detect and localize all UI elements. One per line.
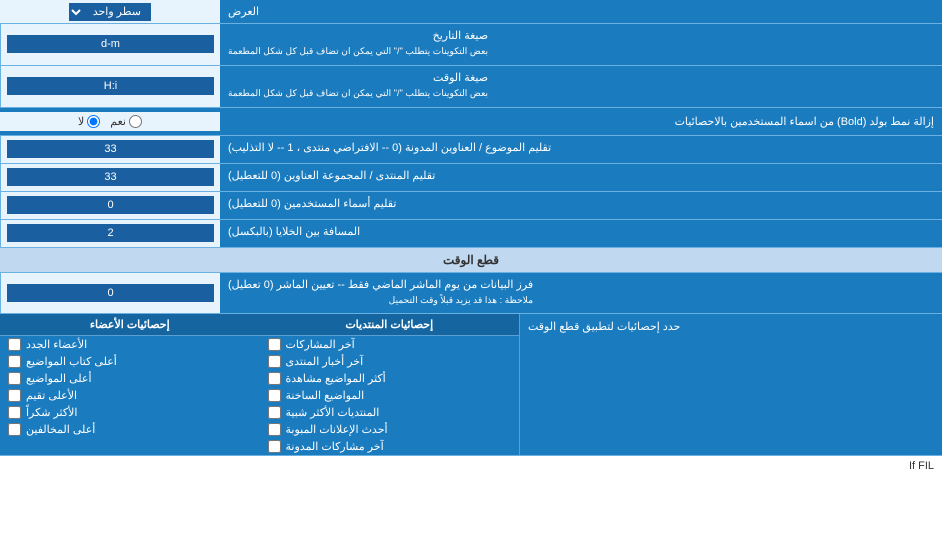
date-format-input-cell (0, 24, 220, 65)
stat-item-ads: أحدث الإعلانات المبوبة (260, 421, 520, 438)
display-label: العرض (220, 0, 942, 23)
time-format-row: صيغة الوقتبعض التكوينات يتطلب "/" التي ي… (0, 66, 942, 108)
stat-item-top-referrers: أعلى المواضيع (0, 370, 260, 387)
display-row: العرض سطر واحد سطرين ثلاثة أسطر (0, 0, 942, 24)
stats-col-forums: إحصائيات المنتديات آخر المشاركات آخر أخب… (260, 314, 521, 455)
stat-item-hot: المواضيع الساخنة (260, 387, 520, 404)
stats-columns: إحصائيات المنتديات آخر المشاركات آخر أخب… (0, 314, 520, 455)
bold-no-radio[interactable] (87, 115, 100, 128)
time-cut-header: قطع الوقت (0, 248, 942, 273)
stat-hot-checkbox[interactable] (268, 389, 281, 402)
stat-item-blog-posts: آخر مشاركات المدونة (260, 438, 520, 455)
username-order-row: تقليم أسماء المستخدمين (0 للتعطيل) (0, 192, 942, 220)
subject-order-input-cell (0, 136, 220, 163)
time-cut-input-cell (0, 273, 220, 314)
stat-most-thanks-checkbox[interactable] (8, 406, 21, 419)
stat-item-viewed: أكثر المواضيع مشاهدة (260, 370, 520, 387)
cell-spacing-label: المسافة بين الخلايا (بالبكسل) (220, 220, 942, 247)
stat-shares-checkbox[interactable] (268, 338, 281, 351)
stat-item-top-rated: الأعلى تقيم (0, 387, 260, 404)
stat-item-new-members: الأعضاء الجدد (0, 336, 260, 353)
stats-col-members: إحصائيات الأعضاء الأعضاء الجدد أعلى كتاب… (0, 314, 260, 455)
bold-yes-label[interactable]: نعم (110, 115, 142, 128)
subject-order-row: تقليم الموضوع / العناوين المدونة (0 -- ا… (0, 136, 942, 164)
cell-spacing-row: المسافة بين الخلايا (بالبكسل) (0, 220, 942, 248)
display-input-cell: سطر واحد سطرين ثلاثة أسطر (0, 0, 220, 23)
bold-yes-radio[interactable] (129, 115, 142, 128)
subject-order-input[interactable] (7, 140, 214, 158)
username-order-input-cell (0, 192, 220, 219)
forum-order-input[interactable] (7, 168, 214, 186)
date-format-input[interactable] (7, 35, 214, 53)
bold-no-label[interactable]: لا (78, 115, 100, 128)
time-cut-row: فرز البيانات من يوم الماشر الماضي فقط --… (0, 273, 942, 315)
bold-remove-label: إزالة نمط بولد (Bold) من اسماء المستخدمي… (220, 110, 942, 133)
stats-forums-header: إحصائيات المنتديات (260, 314, 520, 336)
stat-item-similar: المنتديات الأكثر شبية (260, 404, 520, 421)
date-format-label: صيغة التاريخبعض التكوينات يتطلب "/" التي… (220, 24, 942, 65)
stat-item-most-thanks: الأكثر شكراً (0, 404, 260, 421)
stats-apply-label: حدد إحصائيات لتطبيق قطع الوقت (520, 314, 942, 455)
time-format-input-cell (0, 66, 220, 107)
cell-spacing-input[interactable] (7, 224, 214, 242)
footer-text: If FIL (0, 456, 942, 476)
stat-similar-checkbox[interactable] (268, 406, 281, 419)
date-format-row: صيغة التاريخبعض التكوينات يتطلب "/" التي… (0, 24, 942, 66)
forum-order-row: تقليم المنتدى / المجموعة العناوين (0 للت… (0, 164, 942, 192)
forum-order-input-cell (0, 164, 220, 191)
stat-blog-checkbox[interactable] (268, 440, 281, 453)
stat-item-top-writers: أعلى كتاب المواضيع (0, 353, 260, 370)
stat-news-checkbox[interactable] (268, 355, 281, 368)
time-format-input[interactable] (7, 77, 214, 95)
stat-top-rated-checkbox[interactable] (8, 389, 21, 402)
stat-top-violations-checkbox[interactable] (8, 423, 21, 436)
time-cut-input[interactable] (7, 284, 214, 302)
stat-viewed-checkbox[interactable] (268, 372, 281, 385)
forum-order-label: تقليم المنتدى / المجموعة العناوين (0 للت… (220, 164, 942, 191)
stat-top-referrers-checkbox[interactable] (8, 372, 21, 385)
stats-section: حدد إحصائيات لتطبيق قطع الوقت إحصائيات ا… (0, 314, 942, 456)
time-format-label: صيغة الوقتبعض التكوينات يتطلب "/" التي ي… (220, 66, 942, 107)
time-cut-label: فرز البيانات من يوم الماشر الماضي فقط --… (220, 273, 942, 314)
bold-remove-row: إزالة نمط بولد (Bold) من اسماء المستخدمي… (0, 108, 942, 136)
stat-ads-checkbox[interactable] (268, 423, 281, 436)
bold-remove-radio-cell: نعم لا (0, 112, 220, 131)
stat-top-writers-checkbox[interactable] (8, 355, 21, 368)
cell-spacing-input-cell (0, 220, 220, 247)
stat-new-members-checkbox[interactable] (8, 338, 21, 351)
subject-order-label: تقليم الموضوع / العناوين المدونة (0 -- ا… (220, 136, 942, 163)
username-order-input[interactable] (7, 196, 214, 214)
stat-item-shares: آخر المشاركات (260, 336, 520, 353)
stats-members-header: إحصائيات الأعضاء (0, 314, 260, 336)
username-order-label: تقليم أسماء المستخدمين (0 للتعطيل) (220, 192, 942, 219)
stat-item-news: آخر أخبار المنتدى (260, 353, 520, 370)
display-select[interactable]: سطر واحد سطرين ثلاثة أسطر (69, 3, 151, 21)
stat-item-top-violations: أعلى المخالفين (0, 421, 260, 438)
